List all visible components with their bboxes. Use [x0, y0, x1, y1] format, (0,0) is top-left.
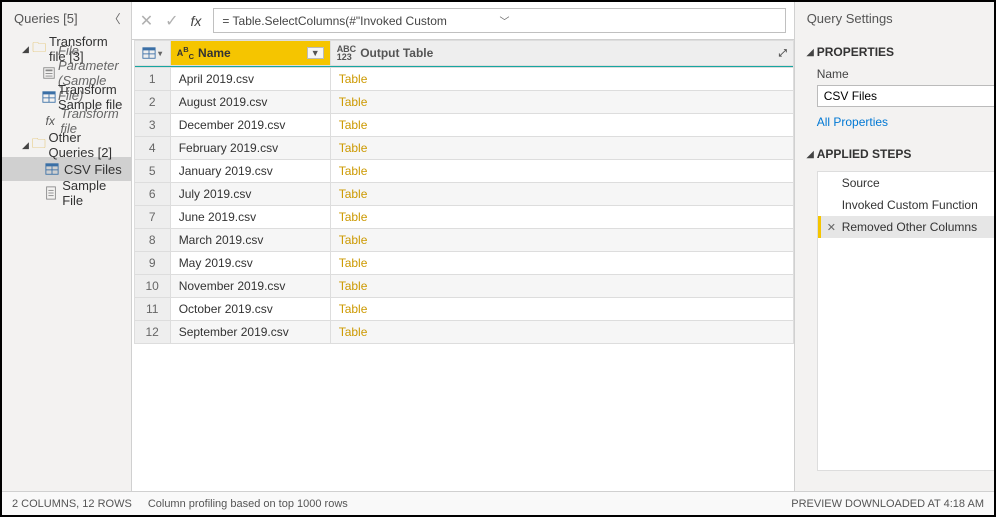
- table-row[interactable]: 10November 2019.csvTable: [134, 275, 793, 298]
- row-number: 8: [134, 229, 170, 252]
- type-text-icon: ABC: [177, 46, 194, 61]
- cell-name[interactable]: November 2019.csv: [170, 275, 330, 298]
- filter-dropdown-icon[interactable]: ▼: [307, 47, 324, 59]
- cell-output[interactable]: Table: [330, 91, 793, 114]
- cell-output[interactable]: Table: [330, 137, 793, 160]
- tree-item-sample-file[interactable]: Sample File: [2, 181, 131, 205]
- row-number: 10: [134, 275, 170, 298]
- cancel-formula-icon[interactable]: ✕: [140, 11, 153, 31]
- cell-output[interactable]: Table: [330, 275, 793, 298]
- cell-name[interactable]: July 2019.csv: [170, 183, 330, 206]
- data-preview: ▾ ABC Name ▼ ABC123 Out: [132, 40, 794, 344]
- chevron-down-icon[interactable]: ◢: [22, 140, 31, 151]
- query-settings-pane: Query Settings ✕ ◢ PROPERTIES Name All P…: [794, 2, 994, 491]
- properties-section-title[interactable]: ◢ PROPERTIES: [807, 39, 994, 65]
- table-row[interactable]: 9May 2019.csvTable: [134, 252, 793, 275]
- queries-pane: Queries [5] 〈 ◢ 🗀 Transform file [3] Fil…: [2, 2, 132, 491]
- table-row[interactable]: 4February 2019.csvTable: [134, 137, 793, 160]
- formula-dropdown-icon[interactable]: ﹀: [500, 13, 777, 28]
- row-number: 12: [134, 321, 170, 344]
- queries-title: Queries [5]: [14, 11, 109, 26]
- chevron-down-icon[interactable]: ◢: [22, 44, 31, 55]
- all-properties-link[interactable]: All Properties: [807, 107, 888, 133]
- cell-output[interactable]: Table: [330, 252, 793, 275]
- table-row[interactable]: 12September 2019.csvTable: [134, 321, 793, 344]
- tree-group-other[interactable]: ◢ 🗀 Other Queries [2]: [2, 133, 131, 157]
- row-number: 11: [134, 298, 170, 321]
- row-number: 3: [134, 114, 170, 137]
- cell-name[interactable]: June 2019.csv: [170, 206, 330, 229]
- chevron-down-icon: ◢: [807, 149, 817, 160]
- accept-formula-icon[interactable]: ✓: [165, 11, 178, 31]
- table-row[interactable]: 7June 2019.csvTable: [134, 206, 793, 229]
- table-row[interactable]: 11October 2019.csvTable: [134, 298, 793, 321]
- status-preview-time: PREVIEW DOWNLOADED AT 4:18 AM: [791, 498, 984, 510]
- formula-bar: ✕ ✓ fx = Table.SelectColumns(#"Invoked C…: [132, 2, 794, 40]
- type-any-icon: ABC123: [337, 45, 357, 61]
- parameter-icon: [42, 66, 56, 80]
- row-number: 2: [134, 91, 170, 114]
- cell-output[interactable]: Table: [330, 206, 793, 229]
- table-row[interactable]: 6July 2019.csvTable: [134, 183, 793, 206]
- center-pane: ✕ ✓ fx = Table.SelectColumns(#"Invoked C…: [132, 2, 794, 491]
- table-row[interactable]: 3December 2019.csvTable: [134, 114, 793, 137]
- table-icon: [42, 90, 56, 104]
- applied-step[interactable]: ✕Removed Other Columns⚙: [818, 216, 994, 238]
- cell-output[interactable]: Table: [330, 68, 793, 91]
- applied-step[interactable]: Source⚙: [818, 172, 994, 194]
- status-columns-rows: 2 COLUMNS, 12 ROWS: [12, 498, 132, 510]
- status-profiling: Column profiling based on top 1000 rows: [148, 498, 348, 510]
- row-number: 6: [134, 183, 170, 206]
- formula-input[interactable]: = Table.SelectColumns(#"Invoked Custom ﹀: [213, 8, 785, 33]
- cell-output[interactable]: Table: [330, 160, 793, 183]
- chevron-down-icon: ◢: [807, 47, 817, 58]
- sheet-icon: [42, 186, 60, 200]
- folder-icon: 🗀: [31, 133, 46, 157]
- settings-header: Query Settings ✕: [795, 2, 994, 35]
- column-header-name[interactable]: ABC Name ▼: [170, 41, 330, 66]
- cell-name[interactable]: September 2019.csv: [170, 321, 330, 344]
- folder-icon: 🗀: [31, 37, 47, 61]
- cell-name[interactable]: January 2019.csv: [170, 160, 330, 183]
- fx-icon[interactable]: fx: [191, 13, 202, 29]
- cell-name[interactable]: February 2019.csv: [170, 137, 330, 160]
- delete-step-icon[interactable]: ✕: [827, 221, 836, 234]
- table-icon: [42, 162, 62, 176]
- fx-icon: fx: [42, 114, 58, 128]
- cell-name[interactable]: August 2019.csv: [170, 91, 330, 114]
- row-number: 4: [134, 137, 170, 160]
- name-field-label: Name: [807, 65, 994, 85]
- data-table: ▾ ABC Name ▼ ABC123 Out: [134, 40, 794, 344]
- cell-output[interactable]: Table: [330, 298, 793, 321]
- row-number: 9: [134, 252, 170, 275]
- cell-name[interactable]: April 2019.csv: [170, 68, 330, 91]
- cell-output[interactable]: Table: [330, 183, 793, 206]
- column-header-output[interactable]: ABC123 Output Table ⤢: [330, 41, 793, 66]
- status-bar: 2 COLUMNS, 12 ROWS Column profiling base…: [2, 491, 994, 515]
- table-row[interactable]: 5January 2019.csvTable: [134, 160, 793, 183]
- row-number: 5: [134, 160, 170, 183]
- applied-steps-list: Source⚙Invoked Custom Function⚙✕Removed …: [817, 171, 994, 471]
- cell-output[interactable]: Table: [330, 114, 793, 137]
- expand-icon[interactable]: ⤢: [779, 48, 787, 59]
- select-all-corner[interactable]: ▾: [134, 41, 170, 66]
- applied-steps-section-title[interactable]: ◢ APPLIED STEPS: [807, 141, 994, 167]
- row-number: 7: [134, 206, 170, 229]
- table-row[interactable]: 1April 2019.csvTable: [134, 68, 793, 91]
- table-row[interactable]: 8March 2019.csvTable: [134, 229, 793, 252]
- cell-name[interactable]: March 2019.csv: [170, 229, 330, 252]
- queries-tree: ◢ 🗀 Transform file [3] File Parameter (S…: [2, 35, 131, 207]
- table-row[interactable]: 2August 2019.csvTable: [134, 91, 793, 114]
- cell-output[interactable]: Table: [330, 229, 793, 252]
- cell-name[interactable]: December 2019.csv: [170, 114, 330, 137]
- cell-name[interactable]: October 2019.csv: [170, 298, 330, 321]
- applied-step[interactable]: Invoked Custom Function⚙: [818, 194, 994, 216]
- query-name-input[interactable]: [817, 85, 994, 107]
- row-number: 1: [134, 68, 170, 91]
- collapse-icon[interactable]: 〈: [109, 10, 121, 27]
- cell-output[interactable]: Table: [330, 321, 793, 344]
- queries-header: Queries [5] 〈: [2, 2, 131, 35]
- cell-name[interactable]: May 2019.csv: [170, 252, 330, 275]
